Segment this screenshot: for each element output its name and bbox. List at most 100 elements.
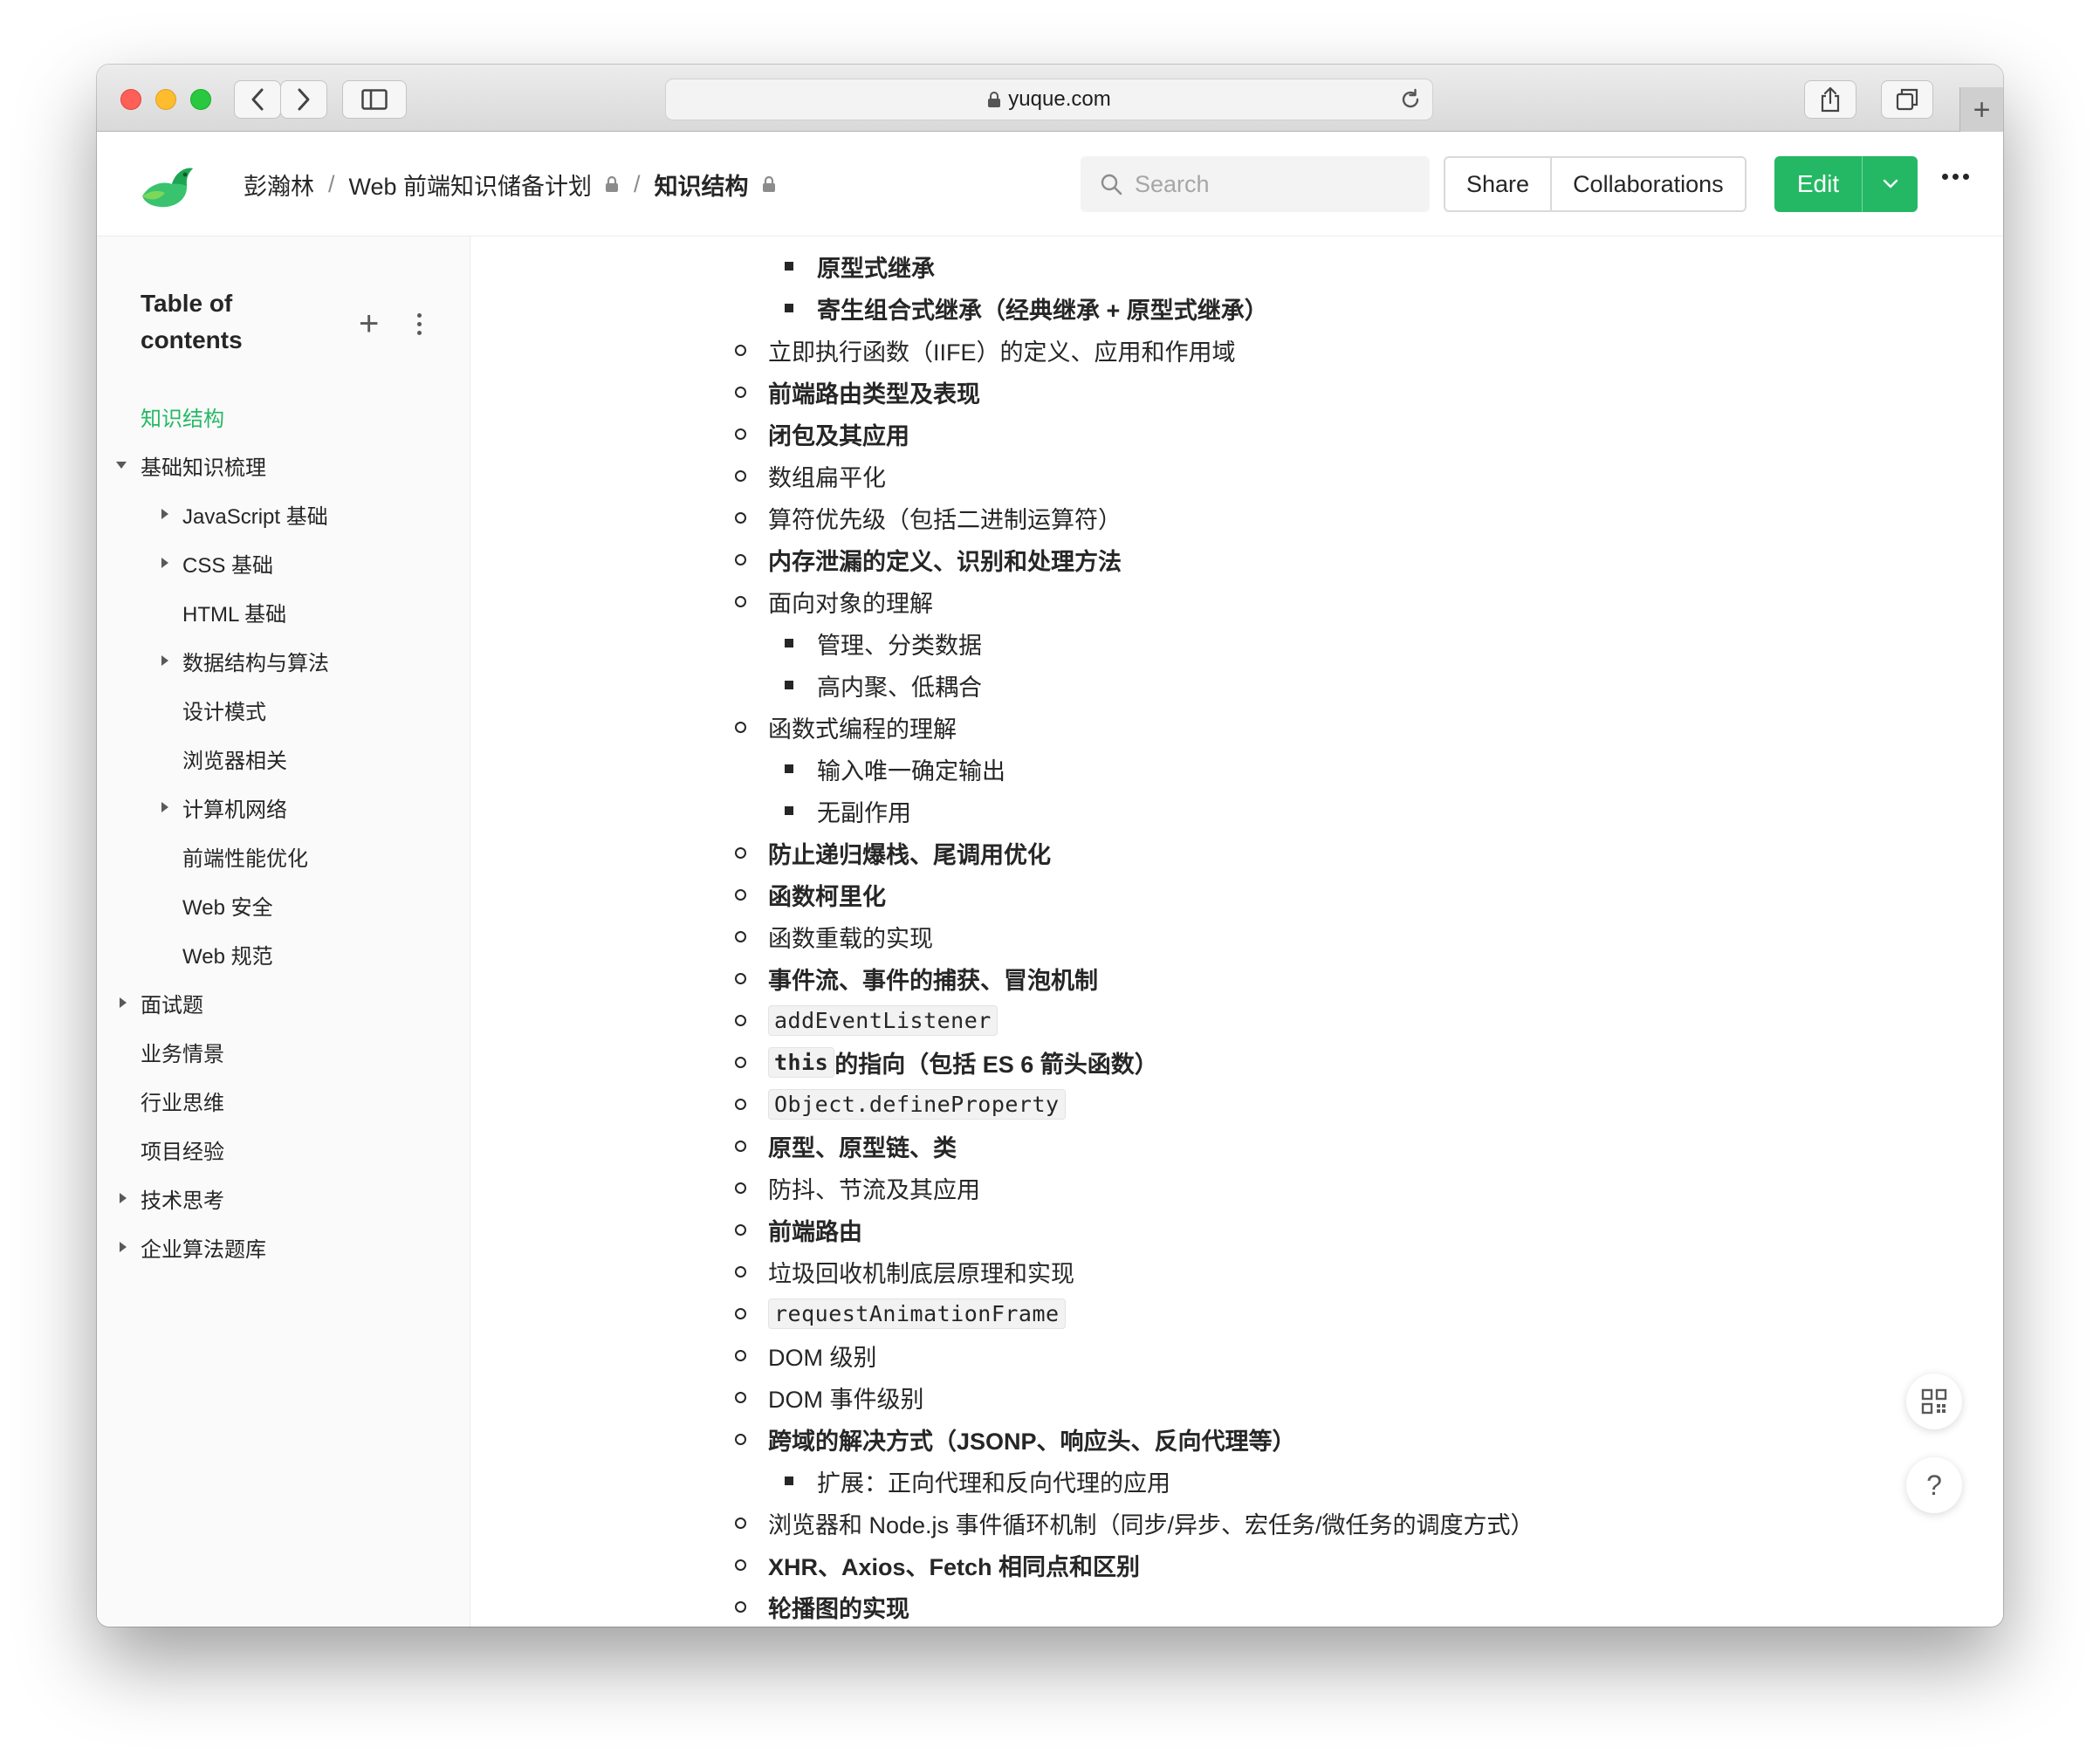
sidebar-item[interactable]: 数据结构与算法 — [97, 636, 470, 685]
caret-right-icon[interactable] — [120, 997, 127, 1008]
square-bullet-icon — [785, 764, 793, 773]
list-item: addEventListener — [471, 999, 2003, 1041]
toc-add-button[interactable]: + — [359, 306, 379, 341]
list-item-text: 事件流、事件的捕获、冒泡机制 — [768, 967, 1098, 994]
caret-right-icon[interactable] — [161, 558, 168, 568]
list-item: 管理、分类数据 — [471, 622, 2003, 664]
forward-button[interactable] — [280, 80, 327, 119]
edit-button[interactable]: Edit — [1774, 156, 1862, 212]
sidebar-item-label: 浏览器相关 — [182, 749, 287, 773]
list-item-text: 函数式编程的理解 — [768, 716, 957, 743]
maximize-window-button[interactable] — [190, 89, 211, 110]
sidebar-item-label: 面试题 — [141, 993, 203, 1017]
list-item-text: 寄生组合式继承（经典继承 + 原型式继承） — [817, 297, 1268, 324]
sidebar-item[interactable]: 行业思维 — [97, 1076, 470, 1125]
sidebar-item[interactable]: JavaScript 基础 — [97, 490, 470, 538]
caret-right-icon[interactable] — [161, 655, 168, 666]
more-options-icon[interactable] — [1942, 174, 1969, 180]
breadcrumb-book[interactable]: Web 前端知识储备计划 — [349, 168, 593, 202]
list-item: this 的指向（包括 ES 6 箭头函数） — [471, 1041, 2003, 1083]
sidebar-item[interactable]: 计算机网络 — [97, 783, 470, 832]
yuque-logo-icon[interactable] — [137, 158, 198, 210]
list-item-text: XHR、Axios、Fetch 相同点和区别 — [768, 1553, 1141, 1580]
list-item: 跨域的解决方式（JSONP、响应头、反向代理等） — [471, 1418, 2003, 1460]
list-item-text: 立即执行函数（IIFE）的定义、应用和作用域 — [768, 339, 1236, 366]
list-item: 输入唯一确定输出 — [471, 748, 2003, 790]
square-bullet-icon — [785, 1477, 793, 1485]
list-item: 构造继承 — [471, 236, 2003, 245]
list-item: 函数重载的实现 — [471, 915, 2003, 957]
sidebar-item[interactable]: 设计模式 — [97, 685, 470, 734]
circle-bullet-icon — [735, 1518, 746, 1529]
caret-right-icon[interactable] — [120, 1193, 127, 1203]
tabs-overview-button[interactable] — [1881, 80, 1933, 119]
caret-right-icon[interactable] — [120, 1242, 127, 1252]
circle-bullet-icon — [735, 931, 746, 942]
circle-bullet-icon — [735, 973, 746, 984]
sidebar-item[interactable]: Web 安全 — [97, 880, 470, 929]
sidebar-item[interactable]: 面试题 — [97, 978, 470, 1027]
reload-icon[interactable] — [1399, 88, 1422, 111]
close-window-button[interactable] — [120, 89, 141, 110]
sidebar-item-label: JavaScript 基础 — [182, 504, 328, 529]
search-box[interactable] — [1081, 156, 1430, 212]
toc-sidebar: Table of contents + 知识结构 基础知识梳理 JavaScript… — [97, 236, 470, 1627]
caret-right-icon[interactable] — [161, 802, 168, 812]
list-item: 防止递归爆栈、尾调用优化 — [471, 832, 2003, 874]
sidebar-item[interactable]: CSS 基础 — [97, 538, 470, 587]
toc-menu-icon[interactable] — [417, 313, 422, 335]
sidebar-item-label: 数据结构与算法 — [182, 651, 329, 675]
caret-down-icon[interactable] — [116, 462, 127, 469]
sidebar-item[interactable]: 浏览器相关 — [97, 734, 470, 783]
circle-bullet-icon — [735, 512, 746, 524]
caret-right-icon[interactable] — [161, 509, 168, 519]
search-icon — [1101, 174, 1122, 195]
sidebar-item-label: 前端性能优化 — [182, 846, 308, 871]
collaborations-button[interactable]: Collaborations — [1552, 158, 1745, 210]
sidebar-item-label: Web 安全 — [182, 895, 273, 920]
new-tab-button[interactable]: + — [1959, 87, 2003, 132]
list-item: 原型式继承 — [471, 245, 2003, 287]
breadcrumb-separator: / — [634, 170, 641, 197]
sidebar-item[interactable]: 基础知识梳理 — [97, 441, 470, 490]
sidebar-item[interactable]: 业务情景 — [97, 1027, 470, 1076]
breadcrumb-current-doc[interactable]: 知识结构 — [655, 168, 749, 202]
search-input[interactable] — [1135, 170, 1414, 198]
sidebar-item[interactable]: HTML 基础 — [97, 587, 470, 636]
sidebar-item[interactable]: 企业算法题库 — [97, 1223, 470, 1271]
address-bar[interactable]: yuque.com — [665, 79, 1433, 120]
circle-bullet-icon — [735, 1015, 746, 1026]
help-button[interactable]: ? — [1906, 1457, 1962, 1513]
circle-bullet-icon — [735, 1308, 746, 1319]
sidebar-toggle-button[interactable] — [342, 80, 407, 119]
inline-code: Object.defineProperty — [768, 1088, 1066, 1120]
chevron-right-icon — [298, 88, 310, 111]
list-item-text: 函数重载的实现 — [768, 925, 933, 952]
list-item-text: 无副作用 — [817, 799, 911, 826]
share-button[interactable]: Share — [1445, 158, 1553, 210]
sidebar-item[interactable]: 前端性能优化 — [97, 832, 470, 880]
list-item: XHR、Axios、Fetch 相同点和区别 — [471, 1544, 2003, 1586]
circle-bullet-icon — [735, 387, 746, 398]
minimize-window-button[interactable] — [155, 89, 176, 110]
back-button[interactable] — [234, 80, 281, 119]
qr-code-icon — [1921, 1388, 1947, 1415]
list-item-text: 前端路由类型及表现 — [768, 380, 980, 408]
breadcrumb-user[interactable]: 彭瀚林 — [244, 168, 314, 202]
list-item: 事件流、事件的捕获、冒泡机制 — [471, 957, 2003, 999]
sidebar-item[interactable]: 项目经验 — [97, 1125, 470, 1174]
browser-window: yuque.com + 彭瀚林 / Web 前端知识储备计划 / 知识结构 Se… — [97, 65, 2003, 1627]
list-item-text: 内存泄漏的定义、识别和处理方法 — [768, 548, 1122, 575]
square-bullet-icon — [785, 639, 793, 647]
list-item-text: 扩展：正向代理和反向代理的应用 — [817, 1470, 1170, 1497]
list-item-text: 跨域的解决方式（JSONP、响应头、反向代理等） — [768, 1428, 1296, 1455]
toc-list: 知识结构 基础知识梳理 JavaScript 基础 CSS 基础 HTML 基础数据结构… — [97, 392, 470, 1271]
sidebar-item[interactable]: 技术思考 — [97, 1174, 470, 1223]
list-item: 高内聚、低耦合 — [471, 664, 2003, 706]
edit-dropdown-button[interactable] — [1862, 156, 1918, 212]
sidebar-item[interactable]: Web 规范 — [97, 929, 470, 978]
circle-bullet-icon — [735, 1182, 746, 1194]
share-page-button[interactable] — [1804, 80, 1856, 119]
qr-code-button[interactable] — [1906, 1374, 1962, 1429]
sidebar-item[interactable]: 知识结构 — [97, 392, 470, 441]
